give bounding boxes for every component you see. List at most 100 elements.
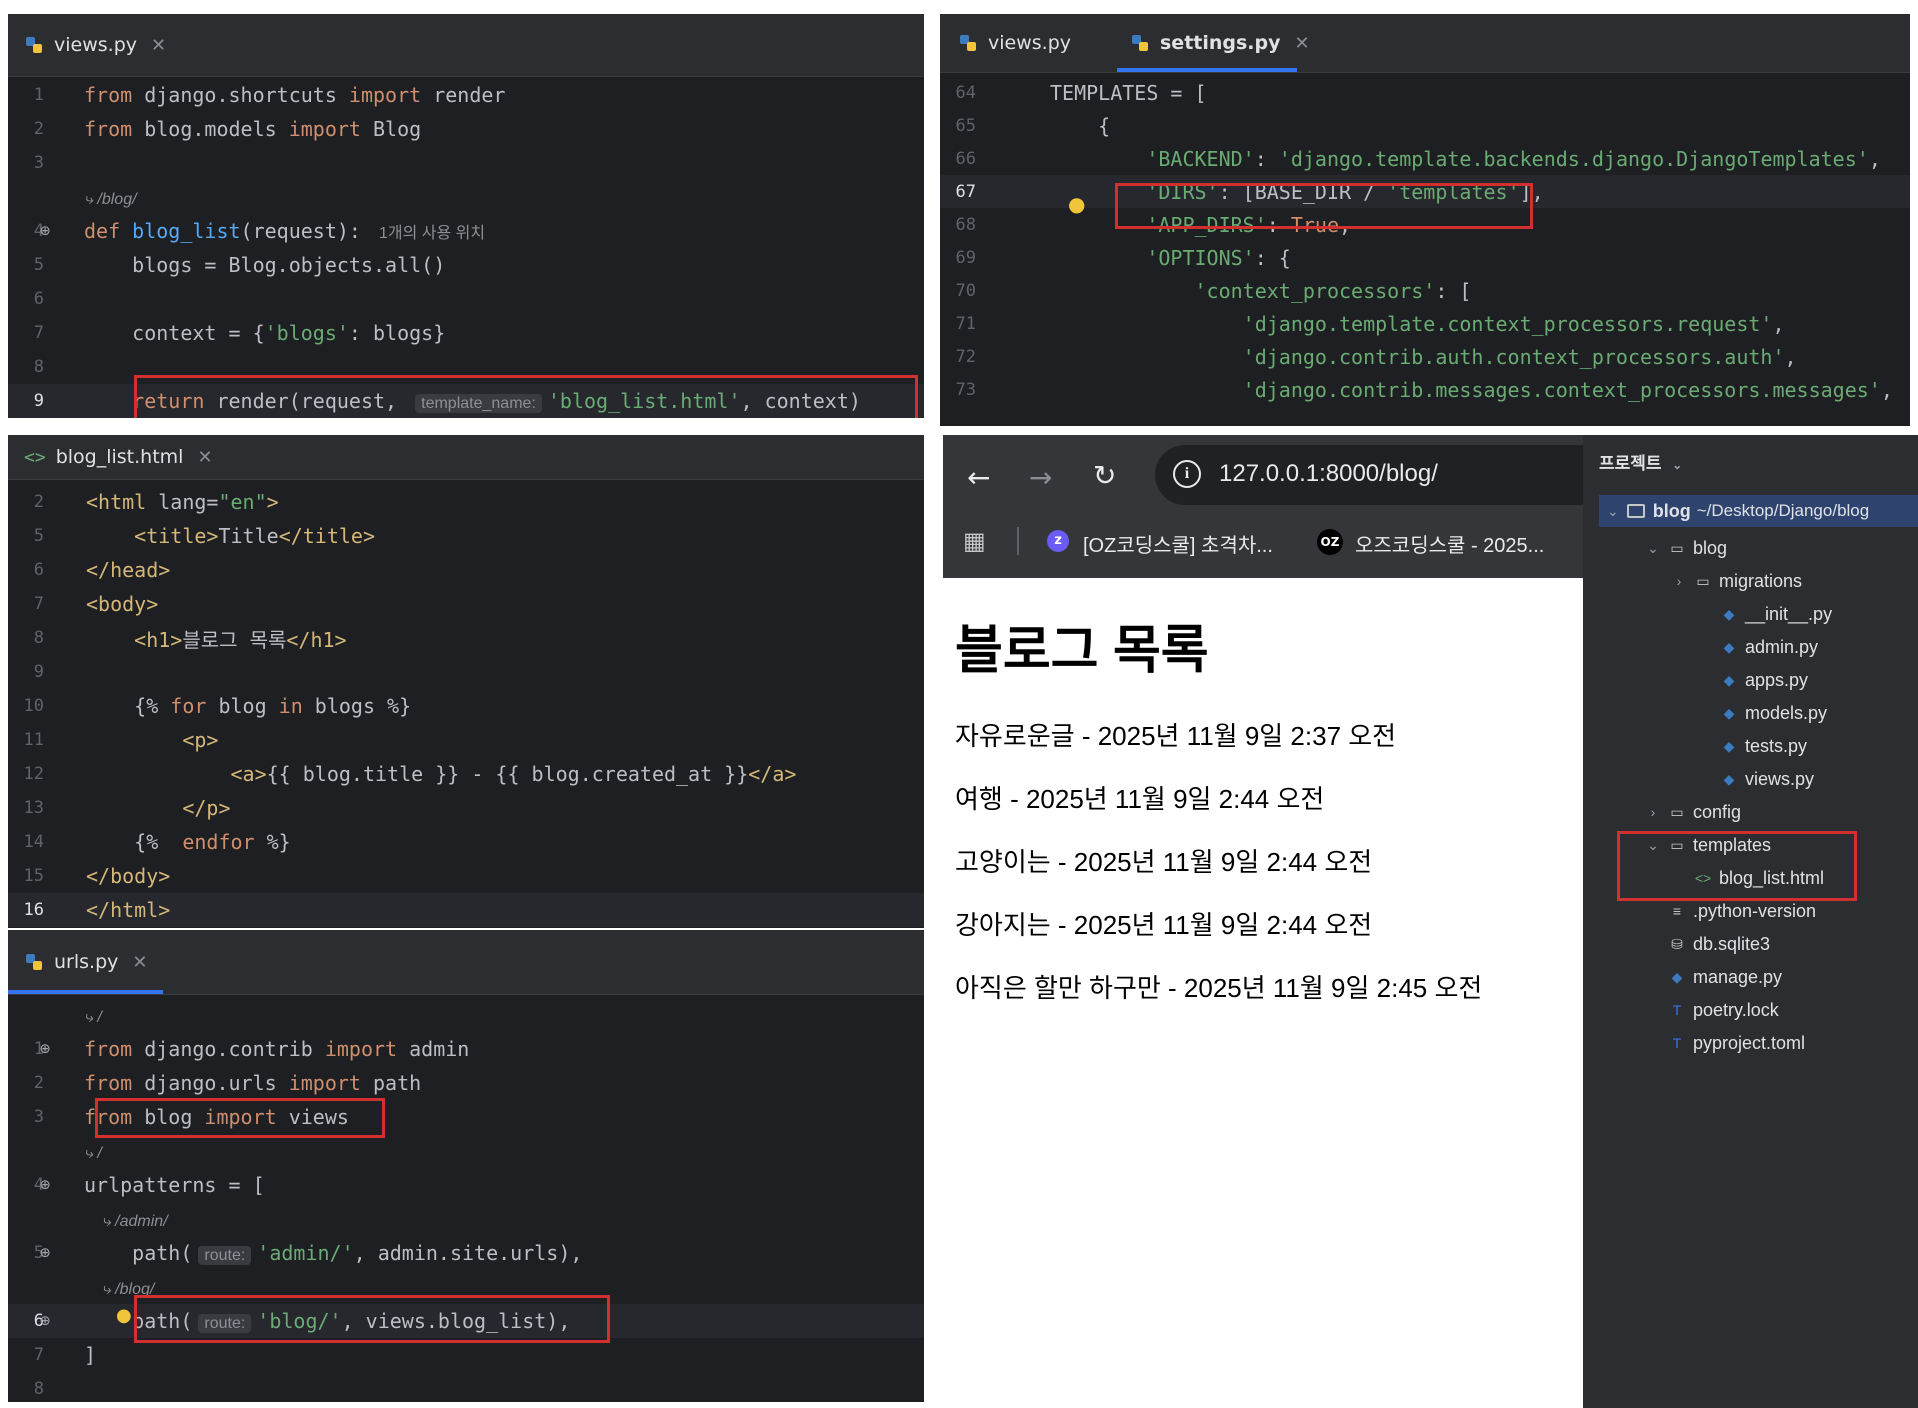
tree-item[interactable]: Tpoetry.lock xyxy=(1645,995,1779,1025)
code-line[interactable]: 14 {% endfor %} xyxy=(8,825,924,859)
lightbulb-icon[interactable]: ● xyxy=(116,1305,132,1326)
code-line[interactable]: 13 </p> xyxy=(8,791,924,825)
close-icon[interactable]: ✕ xyxy=(197,447,212,468)
code-line[interactable]: 7 context = {'blogs': blogs} xyxy=(8,316,924,350)
bookmark-2[interactable]: 오즈코딩스쿨 - 2025... xyxy=(1355,529,1544,558)
chevron-down-icon[interactable]: ⌄ xyxy=(1645,540,1661,557)
code-line[interactable]: 1 from django.shortcuts import render xyxy=(8,78,924,112)
code-line[interactable]: 6 </head> xyxy=(8,553,924,587)
tree-item[interactable]: ◆ manage.py xyxy=(1645,962,1782,992)
code-line[interactable]: 9 xyxy=(8,655,924,689)
bookmark-1[interactable]: [OZ코딩스쿨] 초격차... xyxy=(1083,529,1273,558)
address-bar[interactable]: i 127.0.0.1:8000/blog/ xyxy=(1155,445,1583,505)
reload-icon[interactable]: ↻ xyxy=(1093,459,1116,492)
line-number: 3 xyxy=(33,153,44,173)
code-line[interactable]: 71 'django.template.context_processors.r… xyxy=(940,307,1910,340)
python-file-icon xyxy=(960,35,976,51)
post-link[interactable]: 자유로운글 - 2025년 11월 9일 2:37 오전 xyxy=(955,716,1396,753)
globe-icon[interactable]: ⊕ xyxy=(40,1243,50,1263)
line-number: 8 xyxy=(33,628,44,648)
tree-item[interactable]: ◆ tests.py xyxy=(1697,731,1807,761)
close-icon[interactable]: ✕ xyxy=(132,952,147,973)
code-line[interactable]: ⤷ / xyxy=(8,1134,924,1168)
apps-grid-icon[interactable]: ▦ xyxy=(963,527,986,555)
code-line[interactable]: 7 <body> xyxy=(8,587,924,621)
tree-item[interactable]: ◆ models.py xyxy=(1697,698,1827,728)
code-line[interactable]: 6 xyxy=(8,282,924,316)
code-line[interactable]: 11 <p> xyxy=(8,723,924,757)
code-line[interactable]: 12 <a>{{ blog.title }} - {{ blog.created… xyxy=(8,757,924,791)
chevron-right-icon[interactable]: › xyxy=(1671,573,1687,589)
tree-item[interactable]: › ▭ config xyxy=(1645,797,1741,827)
post-link[interactable]: 여행 - 2025년 11월 9일 2:44 오전 xyxy=(955,779,1324,816)
tree-item[interactable]: ◆ apps.py xyxy=(1697,665,1808,695)
folder-icon: ▭ xyxy=(1670,803,1684,820)
chevron-right-icon[interactable]: › xyxy=(1645,804,1661,820)
views-code-area[interactable]: 1 from django.shortcuts import render 2 fro… xyxy=(8,78,924,418)
tree-item[interactable]: ⌄ ▭ blog xyxy=(1645,533,1727,563)
tree-item[interactable]: Tpyproject.toml xyxy=(1645,1028,1805,1058)
code-line[interactable]: 5 blogs = Blog.objects.all() xyxy=(8,248,924,282)
code-line[interactable]: 2 <html lang="en"> xyxy=(8,485,924,519)
tab-views-py[interactable]: views.py ✕ xyxy=(24,14,166,76)
code-line[interactable]: 5 <title>Title</title> xyxy=(8,519,924,553)
url-text[interactable]: 127.0.0.1:8000/blog/ xyxy=(1219,460,1438,488)
code-line[interactable]: 3 xyxy=(8,146,924,180)
code-token: "en" xyxy=(218,490,267,514)
code-line[interactable]: 16 </html> xyxy=(8,893,924,927)
site-info-icon[interactable]: i xyxy=(1173,460,1201,488)
globe-icon[interactable]: ⊕ xyxy=(40,1175,50,1195)
tab-blog-list-html[interactable]: <> blog_list.html ✕ xyxy=(24,435,213,479)
code-line[interactable]: 70 'context_processors': [ xyxy=(940,274,1910,307)
code-line[interactable]: ⤷ / xyxy=(8,998,924,1032)
close-icon[interactable]: ✕ xyxy=(151,35,166,56)
code-line[interactable]: 8 xyxy=(8,1372,924,1402)
code-token: 'OPTIONS' xyxy=(1146,245,1255,270)
route-link[interactable]: ⤷ /blog/ xyxy=(84,191,137,208)
html-code-area[interactable]: 2 <html lang="en"> 5 <title>Title</title> 6… xyxy=(8,485,924,927)
forward-icon[interactable]: → xyxy=(1029,461,1052,494)
tab-settings-py[interactable]: settings.py ✕ xyxy=(1130,14,1310,72)
lightbulb-icon[interactable]: ● xyxy=(1068,192,1085,216)
code-line[interactable]: 7] xyxy=(8,1338,924,1372)
route-link[interactable]: ⤷ /admin/ xyxy=(84,1213,168,1230)
post-link[interactable]: 강아지는 - 2025년 11월 9일 2:44 오전 xyxy=(955,905,1372,942)
tab-views-py-2[interactable]: views.py xyxy=(958,14,1071,72)
post-link[interactable]: 아직은 할만 하구만 - 2025년 11월 9일 2:45 오전 xyxy=(955,968,1482,1005)
code-line[interactable]: 69 'OPTIONS': { xyxy=(940,241,1910,274)
tree-item[interactable]: ◆ views.py xyxy=(1697,764,1814,794)
project-title[interactable]: 프로젝트 ⌄ xyxy=(1599,449,1682,474)
close-icon[interactable]: ✕ xyxy=(1295,33,1310,54)
code-line[interactable]: 2 from blog.models import Blog xyxy=(8,112,924,146)
code-line[interactable]: 73 'django.contrib.messages.context_proc… xyxy=(940,373,1910,406)
post-link[interactable]: 고양이는 - 2025년 11월 9일 2:44 오전 xyxy=(955,842,1372,879)
route-link[interactable]: ⤷ / xyxy=(84,1145,102,1162)
code-line[interactable]: 4 ⊕ def blog_list(request): 1개의 사용 위치 xyxy=(8,214,924,248)
code-line[interactable]: 10 {% for blog in blogs %} xyxy=(8,689,924,723)
tree-item[interactable]: ◆ admin.py xyxy=(1697,632,1818,662)
code-line[interactable]: 65 { xyxy=(940,109,1910,142)
code-line[interactable]: ⤷ /blog/ xyxy=(8,180,924,214)
route-link[interactable]: ⤷ / xyxy=(84,1009,102,1026)
code-line[interactable]: ⤷ /admin/ xyxy=(8,1202,924,1236)
back-icon[interactable]: ← xyxy=(967,461,990,494)
tree-item[interactable]: › ▭ migrations xyxy=(1671,566,1802,596)
code-line[interactable]: 64 TEMPLATES = [ xyxy=(940,76,1910,109)
usage-hint[interactable]: 1개의 사용 위치 xyxy=(379,225,485,242)
globe-icon[interactable]: ⊕ xyxy=(40,1311,50,1331)
code-line[interactable]: 2 from django.urls import path xyxy=(8,1066,924,1100)
tab-urls-py[interactable]: urls.py ✕ xyxy=(24,930,147,994)
code-line[interactable]: 15 </body> xyxy=(8,859,924,893)
tree-item[interactable]: ⛁ db.sqlite3 xyxy=(1645,929,1770,959)
globe-icon[interactable]: ⊕ xyxy=(40,1039,50,1059)
code-line[interactable]: 72 'django.contrib.auth.context_processo… xyxy=(940,340,1910,373)
globe-icon[interactable]: ⊕ xyxy=(40,221,50,241)
code-line[interactable]: 66 'BACKEND': 'django.template.backends.… xyxy=(940,142,1910,175)
code-line[interactable]: 5 ⊕ path(route: 'admin/', admin.site.urls)… xyxy=(8,1236,924,1270)
code-line[interactable]: 1 ⊕ from django.contrib import admin xyxy=(8,1032,924,1066)
code-line[interactable]: 4 ⊕ urlpatterns = [ xyxy=(8,1168,924,1202)
code-line[interactable]: 8 <h1>블로그 목록</h1> xyxy=(8,621,924,655)
settings-code-area[interactable]: 64 TEMPLATES = [65 {66 'BACKEND': 'django… xyxy=(940,76,1910,426)
tree-item[interactable]: ◆ __init__.py xyxy=(1697,599,1832,629)
tree-root[interactable]: ⌄ blog ~/Desktop/Django/blog xyxy=(1599,495,1918,527)
